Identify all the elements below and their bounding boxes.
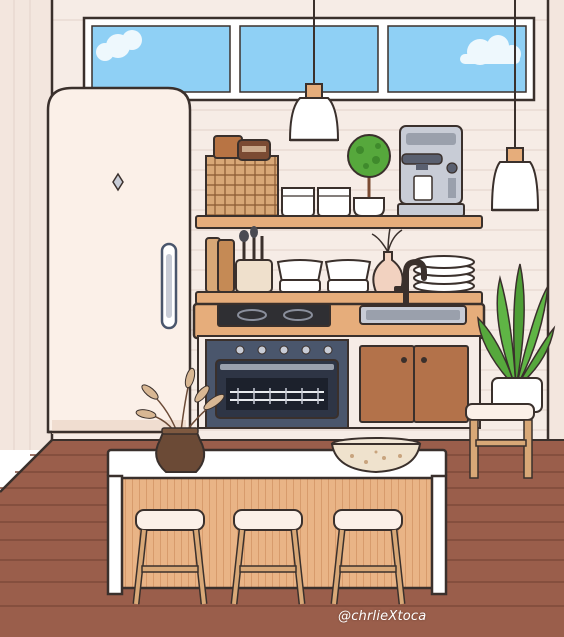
espresso-machine-icon[interactable] xyxy=(397,125,465,217)
oven-icon[interactable] xyxy=(205,339,349,429)
watermark-text: @chrlieXtoca xyxy=(338,609,427,624)
lower-cabinets[interactable] xyxy=(359,345,469,423)
kitchen-scene xyxy=(0,0,564,637)
upper-shelf xyxy=(195,215,483,229)
fridge-icon[interactable] xyxy=(46,86,192,434)
lower-shelf xyxy=(195,291,483,305)
wicker-basket-icon[interactable] xyxy=(205,135,279,217)
cutting-boards xyxy=(205,237,235,293)
stove-top-icon[interactable] xyxy=(217,303,331,327)
sink-icon[interactable] xyxy=(359,305,467,325)
